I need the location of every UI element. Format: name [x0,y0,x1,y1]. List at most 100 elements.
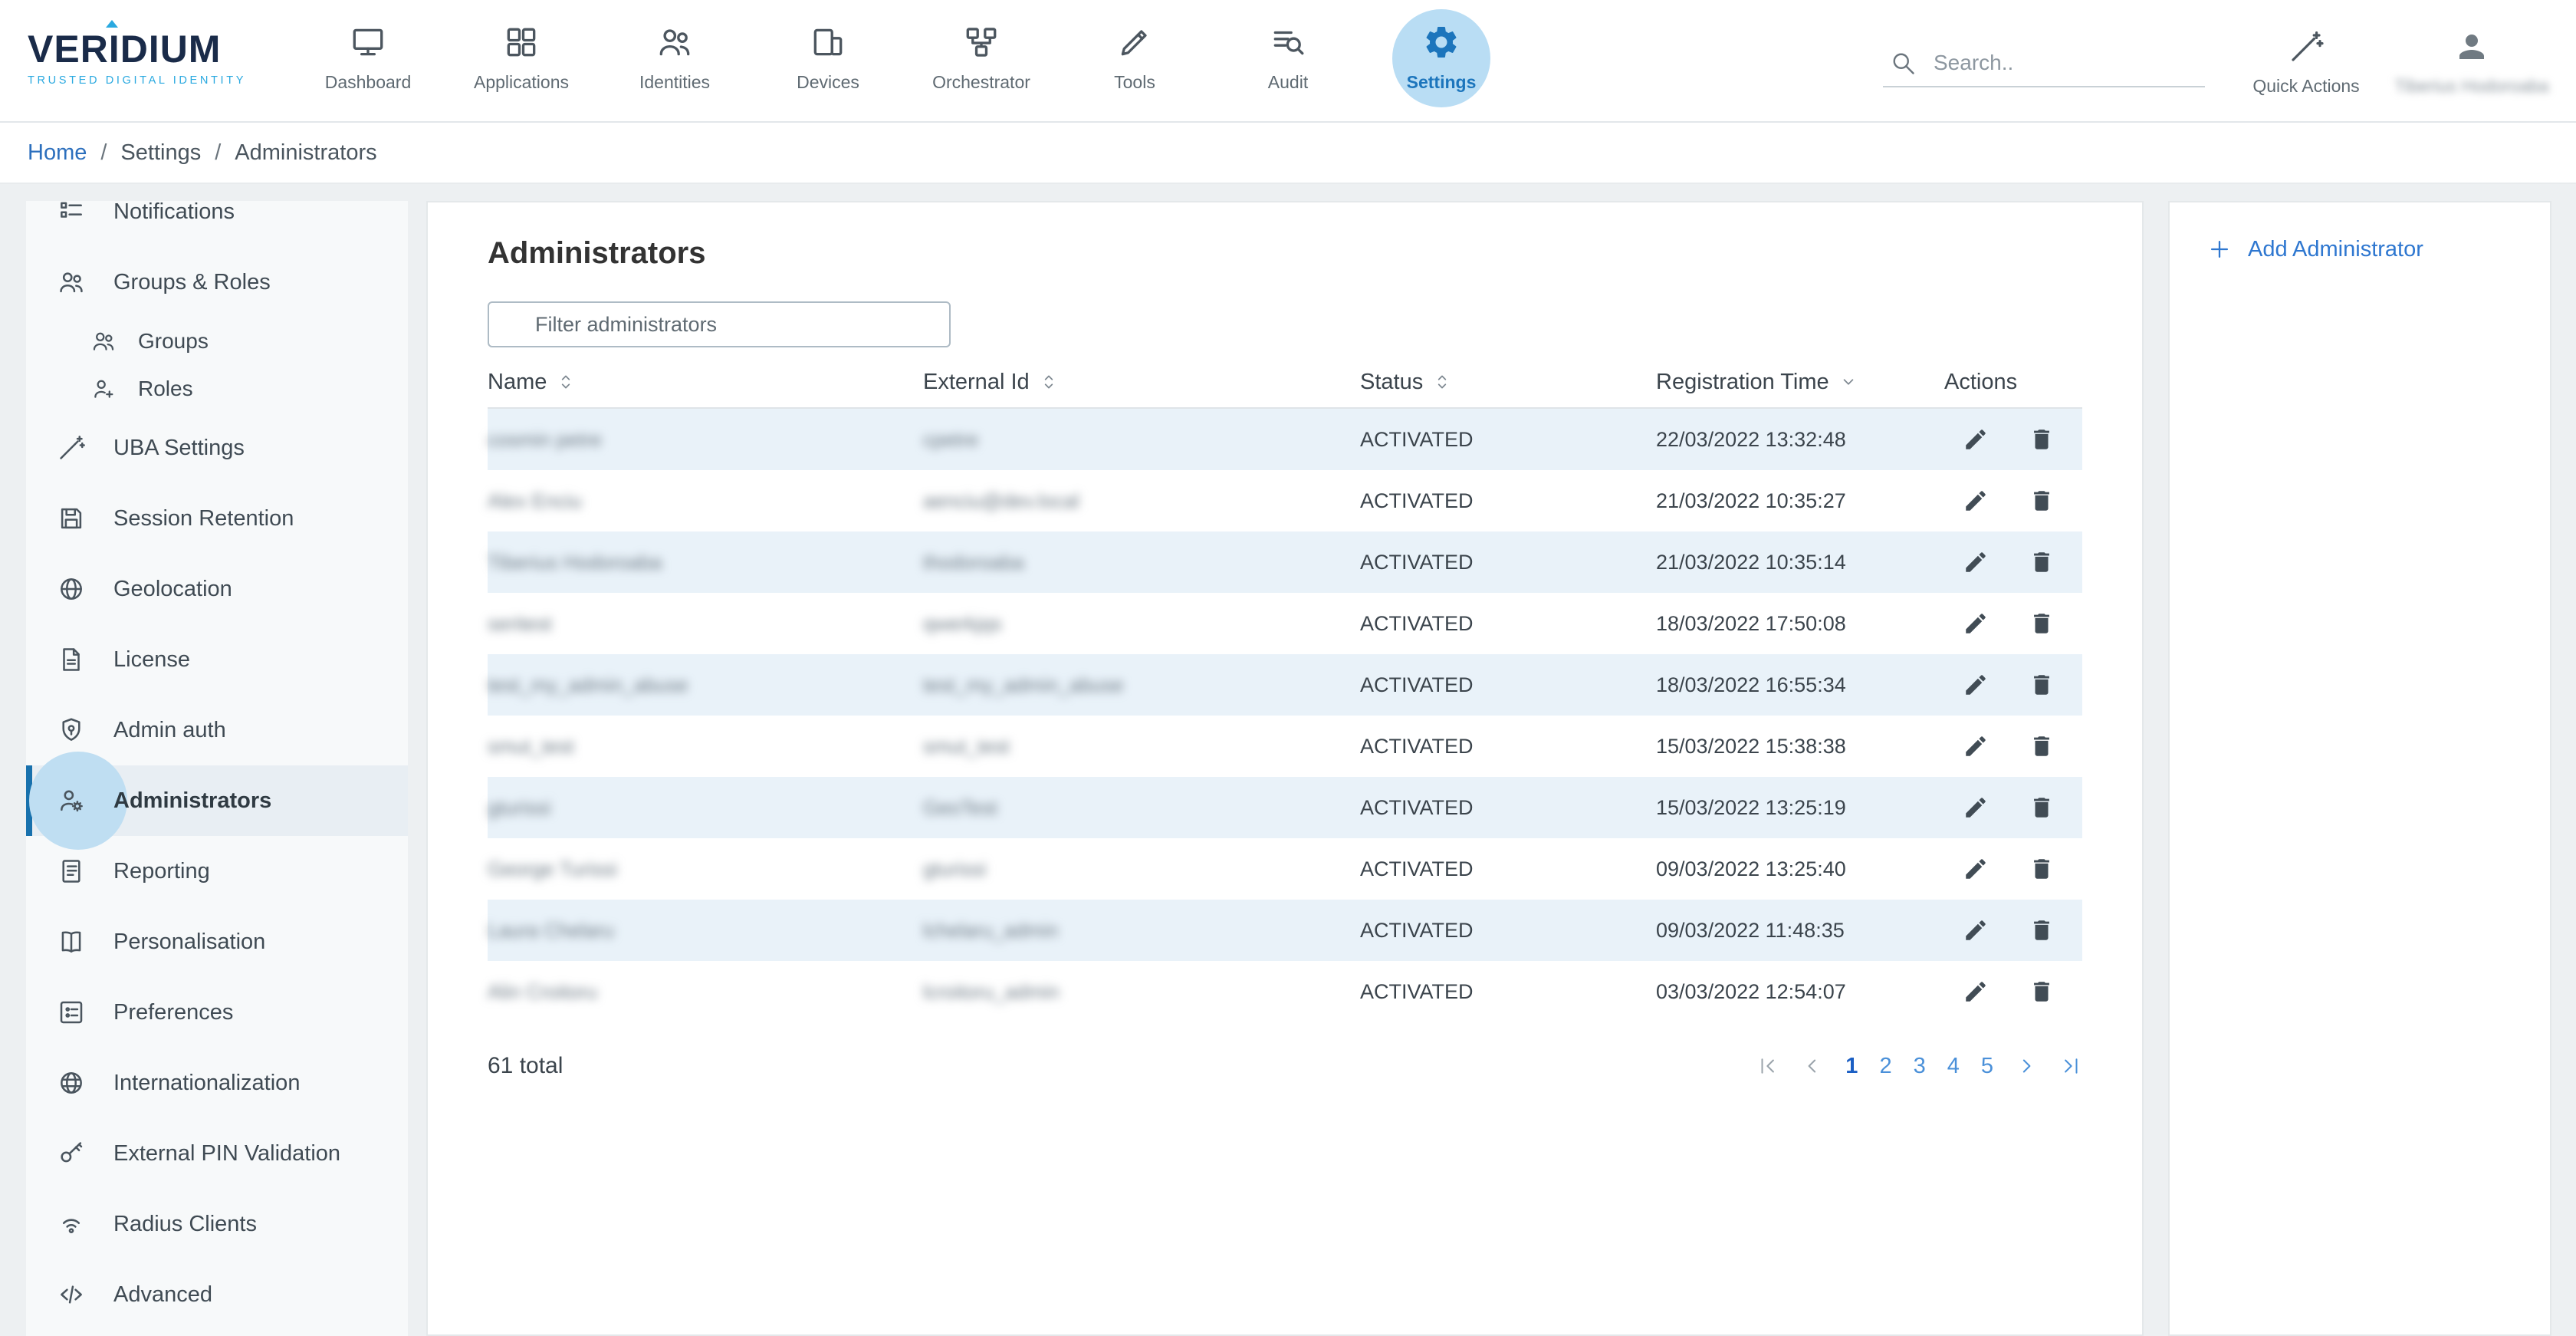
table-row: smut_testsmut_testACTIVATED15/03/2022 15… [488,716,2082,777]
admin-name: gturissi [488,796,550,819]
sidebar-item-radius-clients[interactable]: Radius Clients [26,1189,408,1259]
nav-item-applications[interactable]: Applications [448,0,595,121]
sidebar-item-uba-settings[interactable]: UBA Settings [26,413,408,483]
edit-button[interactable] [1960,669,1992,701]
nav-item-settings[interactable]: Settings [1368,0,1515,121]
registration-time-cell: 21/03/2022 10:35:14 [1656,551,1944,574]
edit-button[interactable] [1960,976,1992,1008]
page-3-button[interactable]: 3 [1914,1054,1926,1079]
sidebar-item-advanced[interactable]: Advanced [26,1259,408,1330]
delete-button[interactable] [2026,730,2058,762]
edit-button[interactable] [1960,914,1992,946]
delete-button[interactable] [2026,485,2058,517]
edit-button[interactable] [1960,791,1992,824]
nav-item-orchestrator[interactable]: Orchestrator [908,0,1055,121]
nav-item-tools[interactable]: Tools [1061,0,1208,121]
breadcrumb-settings[interactable]: Settings [120,140,201,166]
delete-button[interactable] [2026,914,2058,946]
user-menu[interactable]: Tiberius Hodoroaba [2407,25,2536,97]
sidebar-item-notifications[interactable]: Notifications [26,201,408,247]
column-header-name[interactable]: Name [488,370,923,395]
edit-button[interactable] [1960,423,1992,456]
sidebar-item-geolocation[interactable]: Geolocation [26,554,408,624]
registration-time-cell: 15/03/2022 15:38:38 [1656,735,1944,758]
sidebar-item-license[interactable]: License [26,624,408,695]
edit-button[interactable] [1960,607,1992,640]
sidebar-item-preferences[interactable]: Preferences [26,977,408,1048]
breadcrumb-current: Administrators [235,140,376,166]
edit-button[interactable] [1960,730,1992,762]
table-row: gturissiGeoTestACTIVATED15/03/2022 13:25… [488,777,2082,838]
column-header-external-id[interactable]: External Id [923,370,1360,395]
sidebar-item-label: Advanced [113,1282,212,1308]
flow-icon [962,23,1001,61]
external-id-cell: aenciu@dev.local [923,489,1360,513]
sidebar-item-roles[interactable]: Roles [26,365,408,413]
veridium-logo[interactable]: VERIDIUM TRUSTED DIGITAL IDENTITY [28,0,258,121]
sidebar-item-groups[interactable]: Groups [26,318,408,365]
status-cell: ACTIVATED [1360,489,1656,513]
external-id-cell: smut_test [923,735,1360,758]
sidebar-item-internationalization[interactable]: Internationalization [26,1048,408,1118]
first-page-icon [1756,1055,1779,1078]
quick-actions-button[interactable]: Quick Actions [2242,25,2371,97]
pencil-icon [1963,549,1989,575]
sidebar-item-groups-roles[interactable]: Groups & Roles [26,247,408,318]
page-1-button[interactable]: 1 [1845,1054,1858,1079]
gear-icon [1422,23,1460,61]
column-header-label: Status [1360,370,1423,395]
prev-page-button[interactable] [1801,1055,1824,1078]
nav-item-devices[interactable]: Devices [754,0,902,121]
delete-button[interactable] [2026,853,2058,885]
filter-administrators-input[interactable] [488,301,951,347]
edit-button[interactable] [1960,546,1992,578]
nav-item-audit[interactable]: Audit [1214,0,1362,121]
external-id-cell: qwerkjqs [923,612,1360,636]
user-name: Tiberius Hodoroaba [2394,76,2548,97]
breadcrumb-home[interactable]: Home [28,140,87,166]
external-id: smut_test [923,735,1010,758]
sidebar-item-label: Administrators [113,788,271,814]
edit-button[interactable] [1960,853,1992,885]
admin-name: Alin Croitoru [488,980,597,1003]
page-2-button[interactable]: 2 [1879,1054,1891,1079]
add-administrator-button[interactable]: Add Administrator [2206,236,2513,262]
sidebar-item-session-retention[interactable]: Session Retention [26,483,408,554]
sidebar-item-external-pin-validation[interactable]: External PIN Validation [26,1118,408,1189]
breadcrumb-separator: / [215,140,221,166]
nav-item-dashboard[interactable]: Dashboard [294,0,442,121]
sidebar-item-personalisation[interactable]: Personalisation [26,907,408,977]
page-5-button[interactable]: 5 [1981,1054,1993,1079]
delete-button[interactable] [2026,791,2058,824]
first-page-button[interactable] [1756,1055,1779,1078]
nav-item-label: Audit [1268,72,1308,93]
user-icon [2453,28,2490,65]
sidebar-item-label: Personalisation [113,930,265,955]
last-page-button[interactable] [2059,1055,2082,1078]
delete-button[interactable] [2026,669,2058,701]
actions-cell [1944,485,2091,517]
sidebar-item-label: Notifications [113,201,235,225]
table-header: NameExternal IdStatus Registration TimeAc… [488,357,2082,409]
column-header-actions: Actions [1944,370,2082,395]
edit-button[interactable] [1960,485,1992,517]
delete-button[interactable] [2026,607,2058,640]
actions-cell [1944,669,2091,701]
table-row: cosmin petrecpetreACTIVATED22/03/2022 13… [488,409,2082,470]
registration-time-cell: 03/03/2022 12:54:07 [1656,980,1944,1004]
column-header-status[interactable]: Status [1360,370,1656,395]
next-page-button[interactable] [2015,1055,2038,1078]
delete-button[interactable] [2026,423,2058,456]
pencil-icon [1963,733,1989,759]
delete-button[interactable] [2026,546,2058,578]
nav-item-identities[interactable]: Identities [601,0,748,121]
delete-button[interactable] [2026,976,2058,1008]
page-4-button[interactable]: 4 [1947,1054,1960,1079]
sidebar-item-administrators[interactable]: Administrators [26,765,408,836]
search-input[interactable] [1930,49,2176,77]
sidebar-item-reporting[interactable]: Reporting [26,836,408,907]
pencil-icon [1963,856,1989,882]
nav-item-label: Identities [639,72,710,93]
column-header-registration-time[interactable]: Registration Time [1656,370,1944,395]
external-id: gturissi [923,857,986,880]
